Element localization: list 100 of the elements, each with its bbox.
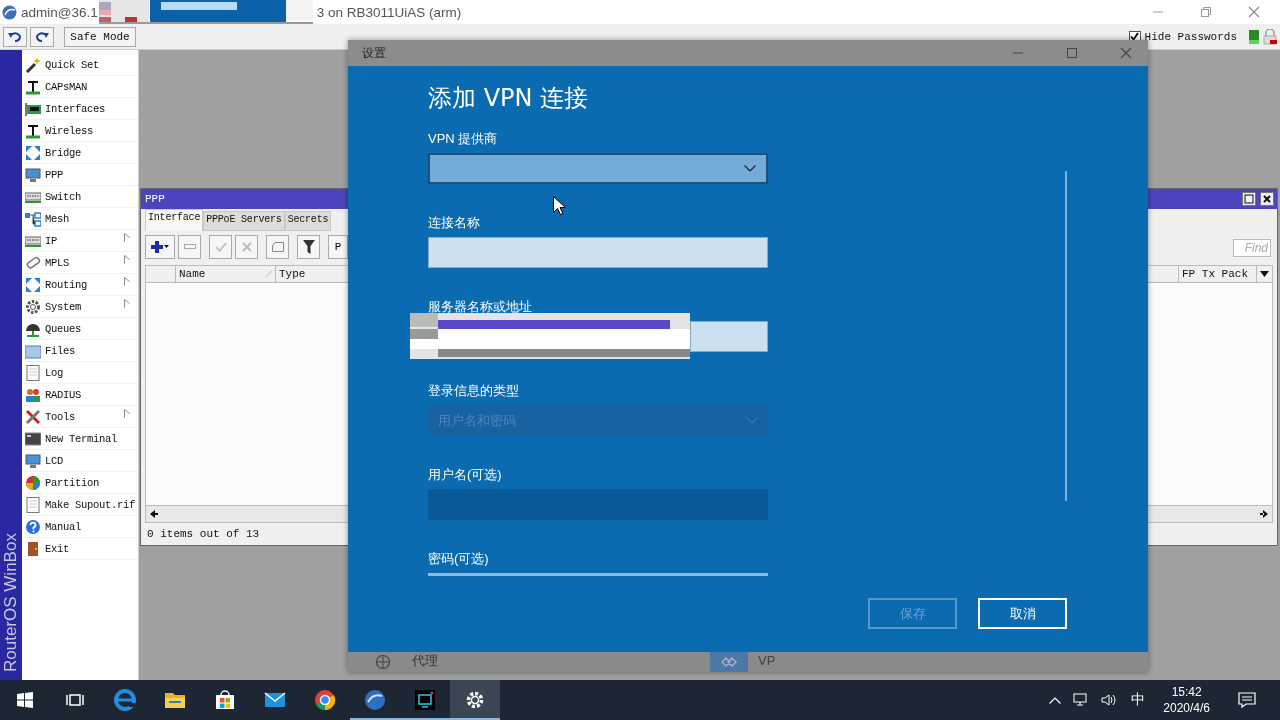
scroll-right-icon [1260, 510, 1268, 518]
menu-item[interactable]: Switch [22, 186, 138, 208]
input-field[interactable] [690, 321, 768, 352]
settings-item[interactable]: 代理 [348, 652, 694, 672]
window-title: 3 on RB3011UiAS (arm) [316, 4, 462, 20]
menu-item[interactable]: Bridge [22, 142, 138, 164]
browser-icon [314, 689, 336, 711]
wand-icon [25, 56, 41, 73]
help-icon [25, 518, 41, 535]
terminal-icon [25, 430, 41, 447]
input-method-indicator[interactable]: 中 [1131, 691, 1146, 709]
menu-item[interactable]: Files [22, 340, 138, 362]
dropdown[interactable] [428, 153, 768, 184]
maximize-icon[interactable] [1066, 47, 1078, 59]
menu-item[interactable]: Wireless [22, 120, 138, 142]
tab[interactable]: Interface [145, 209, 204, 231]
globe-icon [375, 654, 391, 670]
door-icon [25, 540, 41, 557]
lock-icon [1263, 28, 1277, 45]
toolbar-button[interactable]: P [328, 235, 348, 259]
arrows-icon [25, 144, 41, 161]
menu-item[interactable]: Tools [22, 406, 138, 428]
scroll-left-icon [150, 510, 158, 518]
field-label: 服务器名称或地址 [428, 298, 533, 316]
filter-icon [302, 240, 315, 254]
menu-item[interactable]: New Terminal [22, 428, 138, 450]
redo-button[interactable] [30, 26, 54, 47]
find-field[interactable]: Find [1233, 239, 1271, 257]
field-label: 密码(可选) [428, 550, 490, 568]
screen-icon [414, 689, 436, 711]
menu-item[interactable]: Routing [22, 274, 138, 296]
menu-item[interactable]: IP [22, 230, 138, 252]
monitor-icon [25, 166, 41, 183]
undo-icon [8, 30, 22, 43]
menu-item[interactable]: Queues [22, 318, 138, 340]
settings-icon [464, 689, 486, 711]
menu-item[interactable]: Quick Set [22, 54, 138, 76]
clock[interactable]: 15:42 2020/4/6 [1163, 684, 1210, 716]
arrows-icon [25, 276, 41, 293]
add-button[interactable] [145, 235, 175, 259]
chevron-down-icon [746, 417, 758, 424]
menu-item[interactable]: Make Supout.rif [22, 494, 138, 516]
folder-icon [25, 342, 41, 359]
note-icon [271, 242, 284, 252]
menu-item[interactable]: Mesh [22, 208, 138, 230]
dialog-button[interactable]: 取消 [978, 598, 1067, 629]
page-icon [25, 496, 41, 513]
plus-icon [151, 241, 169, 253]
monitor-icon [25, 452, 41, 469]
taskbar-button[interactable] [450, 680, 500, 720]
maximize-icon[interactable] [1242, 192, 1256, 206]
tab[interactable]: PPPoE Servers [203, 211, 285, 231]
field-label: VPN 提供商 [428, 130, 499, 148]
menu-item[interactable]: MPLS [22, 252, 138, 274]
chevron-up-icon[interactable] [1049, 696, 1062, 704]
safe-mode-button[interactable]: Safe Mode [64, 26, 136, 47]
pie-icon [25, 474, 41, 491]
tab[interactable]: Secrets [284, 211, 332, 231]
window-title: 设置 [362, 44, 386, 62]
comment-button[interactable] [266, 235, 289, 259]
antenna-icon [25, 122, 41, 139]
shopping-bag-icon [214, 689, 236, 711]
menu-item[interactable]: Partition [22, 472, 138, 494]
card-icon [25, 100, 41, 117]
dialog-heading: 添加 VPN 连接 [428, 84, 590, 112]
menu-item[interactable]: Log [22, 362, 138, 384]
undo-button[interactable] [3, 26, 27, 47]
menu-item[interactable]: CAPsMAN [22, 76, 138, 98]
antenna-icon [25, 78, 41, 95]
browser-icon [114, 689, 136, 711]
status-bar-icon [1249, 29, 1259, 44]
input-field[interactable] [428, 237, 768, 268]
cursor-icon [553, 196, 565, 215]
menu-item[interactable]: Interfaces [22, 98, 138, 120]
vertical-brand-label: RouterOS WinBox [2, 533, 20, 672]
status-text: 0 items out of 13 [146, 527, 261, 542]
chevron-down-icon [744, 165, 756, 172]
menu-item[interactable]: LCD [22, 450, 138, 472]
window-title: admin@36.1 [21, 4, 98, 20]
people-icon [25, 386, 41, 403]
network-icon[interactable] [1073, 693, 1090, 707]
menu-item[interactable]: PPP [22, 164, 138, 186]
menu-item[interactable]: Exit [22, 538, 138, 560]
minus-icon [183, 244, 196, 250]
restore-icon[interactable] [1200, 6, 1212, 18]
close-icon[interactable] [1260, 192, 1274, 206]
checkbox-label: Hide Passwords [1144, 30, 1237, 43]
volume-icon[interactable] [1101, 693, 1118, 707]
filter-button[interactable] [297, 235, 320, 259]
menu-item[interactable]: System [22, 296, 138, 318]
column-header[interactable]: Type [276, 266, 346, 282]
task-view-icon [66, 692, 84, 708]
field-label: 登录信息的类型 [428, 382, 520, 400]
menu-item[interactable]: RADIUS [22, 384, 138, 406]
gear-icon [25, 298, 41, 315]
menu-item[interactable]: Manual [22, 516, 138, 538]
window-title: PPP [145, 193, 165, 205]
notification-icon[interactable] [1238, 692, 1256, 708]
windows-logo-icon [17, 692, 33, 708]
tools-icon [25, 408, 41, 425]
